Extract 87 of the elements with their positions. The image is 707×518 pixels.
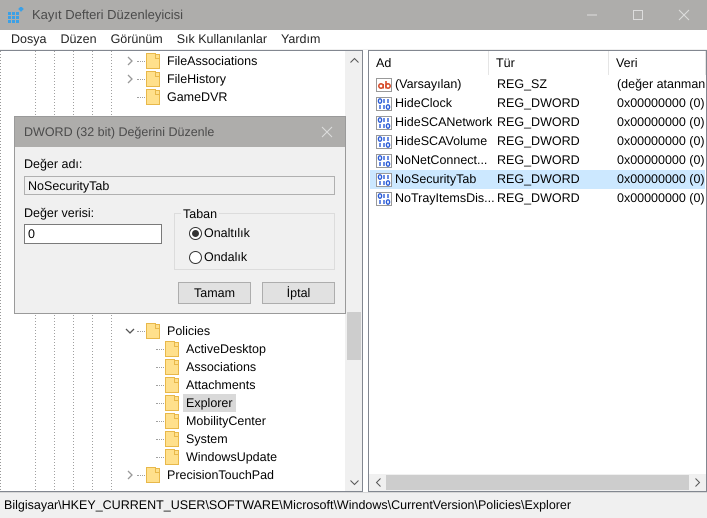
tree-item[interactable]: GameDVR [164,88,230,106]
value-type: REG_DWORD [496,95,581,112]
value-type: REG_DWORD [496,171,581,188]
menu-item[interactable]: Yardım [274,30,328,49]
maximize-icon [632,9,644,21]
tree-item[interactable]: FileAssociations [164,52,260,70]
radio-label[interactable]: Onaltılık [204,224,250,243]
registry-editor-icon [8,7,24,23]
list-row[interactable]: NoNetConnect... REG_DWORD 0x00000000 (0) [370,151,705,170]
status-bar: Bilgisayar\HKEY_CURRENT_USER\SOFTWARE\Microsoft\Windows\CurrentVersion\Policies\Explorer [0,492,707,518]
folder-icon [165,413,179,429]
scrollbar-thumb[interactable] [347,312,361,360]
tree-item[interactable]: PrecisionTouchPad [164,466,278,484]
menu-item[interactable]: Düzen [53,30,104,49]
value-data-field[interactable]: 0 [24,224,162,244]
column-header[interactable]: Tür [489,51,609,75]
folder-icon [165,395,179,411]
ok-button[interactable]: Tamam [178,282,251,304]
folder-icon [165,449,179,465]
menu-item[interactable]: Dosya [4,30,54,49]
radio-button[interactable] [189,250,202,264]
value-type: REG_DWORD [496,133,581,150]
folder-icon [146,467,160,483]
binary-value-icon [376,154,392,168]
binary-value-icon [376,134,392,148]
folder-icon [165,359,179,375]
tree-item[interactable]: MobilityCenter [183,412,269,430]
window-title: Kayıt Defteri Düzenleyicisi [32,6,183,24]
binary-value-icon [376,192,392,206]
close-icon [678,9,690,21]
binary-value-icon [376,96,392,110]
value-type: REG_SZ [496,76,548,94]
tree-item[interactable]: FileHistory [164,70,230,88]
list-row[interactable]: NoSecurityTab REG_DWORD 0x00000000 (0) [370,170,705,189]
close-icon [321,126,333,138]
value-name: NoTrayItemsDis... [395,190,495,208]
binary-value-icon [376,172,392,186]
list-row[interactable]: HideSCANetwork REG_DWORD 0x00000000 (0) [370,113,705,132]
string-value-icon [376,78,392,92]
list-row[interactable]: NoTrayItemsDis... REG_DWORD 0x00000000 (0) [370,189,705,208]
tree-item[interactable]: Attachments [183,376,258,394]
column-header[interactable]: Veri [609,51,706,75]
radio-label[interactable]: Ondalık [204,248,248,266]
tree-item[interactable]: Policies [164,322,214,340]
horizontal-scrollbar[interactable] [369,474,706,491]
value-data: 0x00000000 (0) [616,114,705,132]
column-header[interactable]: Ad [369,51,489,75]
value-data: 0x00000000 (0) [616,95,705,112]
value-name: (Varsayılan) [395,76,462,94]
value-name-field[interactable]: NoSecurityTab [24,176,335,195]
value-type: REG_DWORD [496,152,581,170]
folder-icon [146,71,160,87]
list-row[interactable]: HideSCAVolume REG_DWORD 0x00000000 (0) [370,132,705,151]
folder-icon [165,341,179,357]
binary-value-icon [376,116,392,130]
value-name: HideClock [395,95,452,112]
folder-icon [165,431,179,447]
value-name: NoSecurityTab [395,171,476,188]
value-data: 0x00000000 (0) [616,190,705,208]
list-row[interactable]: (Varsayılan) REG_SZ (değer atanman [370,75,705,94]
folder-icon [146,89,160,105]
tree-item[interactable]: ActiveDesktop [183,340,269,358]
vertical-scrollbar[interactable] [345,51,362,491]
value-name: HideSCANetwork [395,114,492,132]
tree-item[interactable]: System [183,430,231,448]
folder-icon [146,53,160,69]
folder-icon [146,323,160,339]
value-name: NoNetConnect... [395,152,488,170]
value-data: 0x00000000 (0) [616,152,705,170]
list-row[interactable]: HideClock REG_DWORD 0x00000000 (0) [370,94,705,113]
field-label: Değer verisi: [24,206,96,221]
cancel-button[interactable]: İptal [262,282,335,304]
dialog-title: DWORD (32 bit) Değerini Düzenle [24,124,214,141]
value-data: 0x00000000 (0) [616,133,705,150]
tree-item[interactable]: Explorer [183,394,236,412]
scrollbar-thumb[interactable] [386,475,689,490]
field-label: Değer adı: [24,157,84,172]
value-data: (değer atanman [616,76,706,94]
menu-item[interactable]: Sık Kullanılanlar [170,30,274,49]
value-data: 0x00000000 (0) [616,171,705,188]
tree-item[interactable]: Associations [183,358,260,376]
menu-item[interactable]: Görünüm [104,30,170,49]
tree-item[interactable]: WindowsUpdate [183,448,280,466]
value-name: HideSCAVolume [395,133,488,150]
folder-icon [165,377,179,393]
value-type: REG_DWORD [496,114,581,132]
radio-button[interactable] [189,226,202,240]
